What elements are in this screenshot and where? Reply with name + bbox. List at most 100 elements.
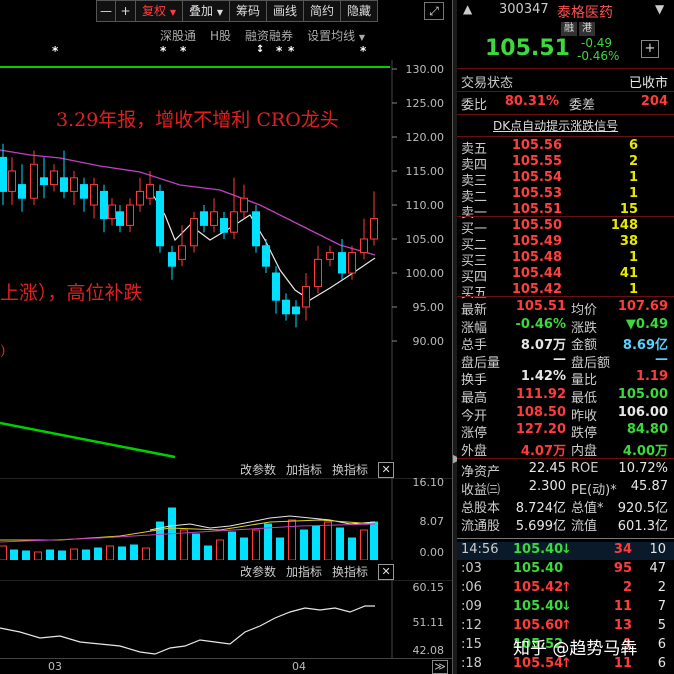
stat-value: 1.19 xyxy=(635,369,668,385)
close-icon[interactable]: ✕ xyxy=(378,563,395,580)
tick-time: :12 xyxy=(461,618,482,633)
stat-label: 外盘 xyxy=(461,443,488,459)
stat-value: 4.00万 xyxy=(622,443,668,459)
stats-row: 涨幅 -0.46% 涨跌 ▼0.49 xyxy=(457,317,674,336)
price-axis-label: 110.00 xyxy=(406,199,445,212)
volume-bar xyxy=(0,545,7,560)
event-star-icon[interactable]: * xyxy=(276,44,282,58)
scroll-right-icon[interactable]: ≫ xyxy=(432,660,448,674)
finance-label: ROE xyxy=(571,461,599,476)
ind-swap-indicator-button[interactable]: 换指标 xyxy=(332,563,368,580)
draw-line-button[interactable]: 画线 xyxy=(267,0,305,22)
event-star-icon[interactable]: * xyxy=(288,44,294,58)
tick-time: :09 xyxy=(461,599,482,614)
volume-bar xyxy=(240,537,248,560)
event-star-icon[interactable]: * xyxy=(52,44,58,58)
tick-price: 105.40 xyxy=(513,599,564,614)
arrow-up-icon: ↑ xyxy=(561,618,572,633)
volume-panel-header: 改参数 加指标 换指标 ✕ xyxy=(240,461,395,478)
finance-value: 920.5亿 xyxy=(617,501,668,516)
volume-bar xyxy=(312,525,320,560)
tick-count: 6 xyxy=(657,656,666,671)
candle-body xyxy=(108,204,116,220)
candle-body xyxy=(8,170,16,192)
ask-row[interactable]: 卖四 105.55 2 xyxy=(457,154,674,173)
volume-bar xyxy=(228,531,236,560)
zoom-in-button[interactable]: + xyxy=(116,0,136,22)
divider xyxy=(457,91,674,92)
finance-value: 10.72% xyxy=(618,461,668,476)
bid-row[interactable]: 买三 105.48 1 xyxy=(457,250,674,269)
tick-row[interactable]: :06 105.42 ↑ 2 2 xyxy=(457,580,674,598)
overlay-dropdown[interactable]: 叠加 ▼ xyxy=(183,0,230,22)
stat-label: 量比 xyxy=(571,373,598,389)
tick-price: 105.40 xyxy=(513,561,564,576)
ask-price: 105.56 xyxy=(511,138,562,153)
chips-button[interactable]: 筹码 xyxy=(230,0,268,22)
ask-row[interactable]: 卖五 105.56 6 xyxy=(457,138,674,157)
tick-volume: 2 xyxy=(622,580,632,595)
hshare-link[interactable]: H股 xyxy=(210,27,231,43)
dk-signal-row[interactable]: DK点自动提示涨跌信号 xyxy=(457,117,674,135)
indicator-chart[interactable]: 60.15 51.11 42.08 xyxy=(0,580,452,658)
tick-time: :06 xyxy=(461,580,482,595)
close-icon[interactable]: ✕ xyxy=(378,461,395,478)
price-summary: 105.51 -0.49 -0.46% + xyxy=(457,36,674,64)
finance-value: 22.45 xyxy=(528,461,566,476)
finance-row: 净资产 22.45 ROE 10.72% xyxy=(457,461,674,480)
bid-row[interactable]: 买四 105.44 41 xyxy=(457,266,674,285)
event-star-icon[interactable]: * xyxy=(160,44,166,58)
candle-body xyxy=(168,252,176,267)
volume-bar xyxy=(252,529,260,560)
zoom-out-button[interactable]: — xyxy=(96,0,116,22)
ask-volume: 1 xyxy=(628,170,638,185)
expand-icon[interactable]: ⤢ xyxy=(424,2,444,20)
tick-row[interactable]: :03 105.40 95 47 xyxy=(457,561,674,579)
finance-label: 流通股 xyxy=(461,519,501,534)
volume-chart[interactable]: 16.10 8.07 0.00 xyxy=(0,478,452,560)
finance-label: PE(动)* xyxy=(571,483,617,498)
simple-mode-button[interactable]: 简约 xyxy=(304,0,342,22)
tick-row[interactable]: :09 105.40 ↓ 11 7 xyxy=(457,599,674,617)
ind-add-indicator-button[interactable]: 加指标 xyxy=(286,563,322,580)
fuquan-dropdown[interactable]: 复权 ▼ xyxy=(136,0,183,22)
ask-price: 105.55 xyxy=(511,154,562,169)
event-star-icon[interactable]: * xyxy=(360,44,366,58)
margin-link[interactable]: 融资融券 xyxy=(245,27,293,43)
scroll-down-icon[interactable]: ▼ xyxy=(655,2,664,16)
candle-body xyxy=(220,218,228,233)
volume-bar xyxy=(324,521,332,560)
dk-signal-link[interactable]: DK点自动提示涨跌信号 xyxy=(493,117,618,134)
tick-row[interactable]: 14:56 105.40 ↓ 34 10 xyxy=(457,542,674,560)
ind-param-button[interactable]: 改参数 xyxy=(240,563,276,580)
stat-value: 107.69 xyxy=(617,299,668,314)
candle-body xyxy=(338,252,346,274)
shenggu-link[interactable]: 深股通 xyxy=(160,27,196,43)
vol-swap-indicator-button[interactable]: 换指标 xyxy=(332,461,368,478)
candle-body xyxy=(314,258,322,288)
vol-add-indicator-button[interactable]: 加指标 xyxy=(286,461,322,478)
bid-row[interactable]: 买一 105.50 148 xyxy=(457,218,674,237)
hide-button[interactable]: 隐藏 xyxy=(341,0,379,22)
ma-settings-dropdown[interactable]: 设置均线 ▼ xyxy=(307,27,365,43)
bid-price: 105.48 xyxy=(511,250,562,265)
candle-body xyxy=(100,190,108,220)
indicator-panel-header: 改参数 加指标 换指标 ✕ xyxy=(240,563,395,580)
chart-area[interactable]: — + 复权 ▼ 叠加 ▼ 筹码 画线 简约 隐藏 ⤢ 深股通 H股 融资融券 … xyxy=(0,0,452,674)
vol-param-button[interactable]: 改参数 xyxy=(240,461,276,478)
bid-row[interactable]: 买二 105.49 38 xyxy=(457,234,674,253)
volume-axis: 16.10 8.07 0.00 xyxy=(413,478,445,559)
volume-bar xyxy=(22,550,30,560)
ask-row[interactable]: 卖二 105.53 1 xyxy=(457,186,674,205)
ask-row[interactable]: 卖三 105.54 1 xyxy=(457,170,674,189)
scroll-up-icon[interactable]: ▲ xyxy=(463,2,472,16)
add-watchlist-button[interactable]: + xyxy=(641,40,659,58)
volume-bar xyxy=(94,547,102,560)
candle-body xyxy=(146,184,154,199)
finance-row: 收益㈢ 2.300 PE(动)* 45.87 xyxy=(457,479,674,498)
event-star-icon[interactable]: * xyxy=(180,44,186,58)
tick-volume: 13 xyxy=(613,618,632,633)
event-arrow-icon[interactable]: ↕ xyxy=(256,44,264,55)
candle-body xyxy=(326,252,334,260)
chevron-down-icon: ▼ xyxy=(216,8,223,17)
